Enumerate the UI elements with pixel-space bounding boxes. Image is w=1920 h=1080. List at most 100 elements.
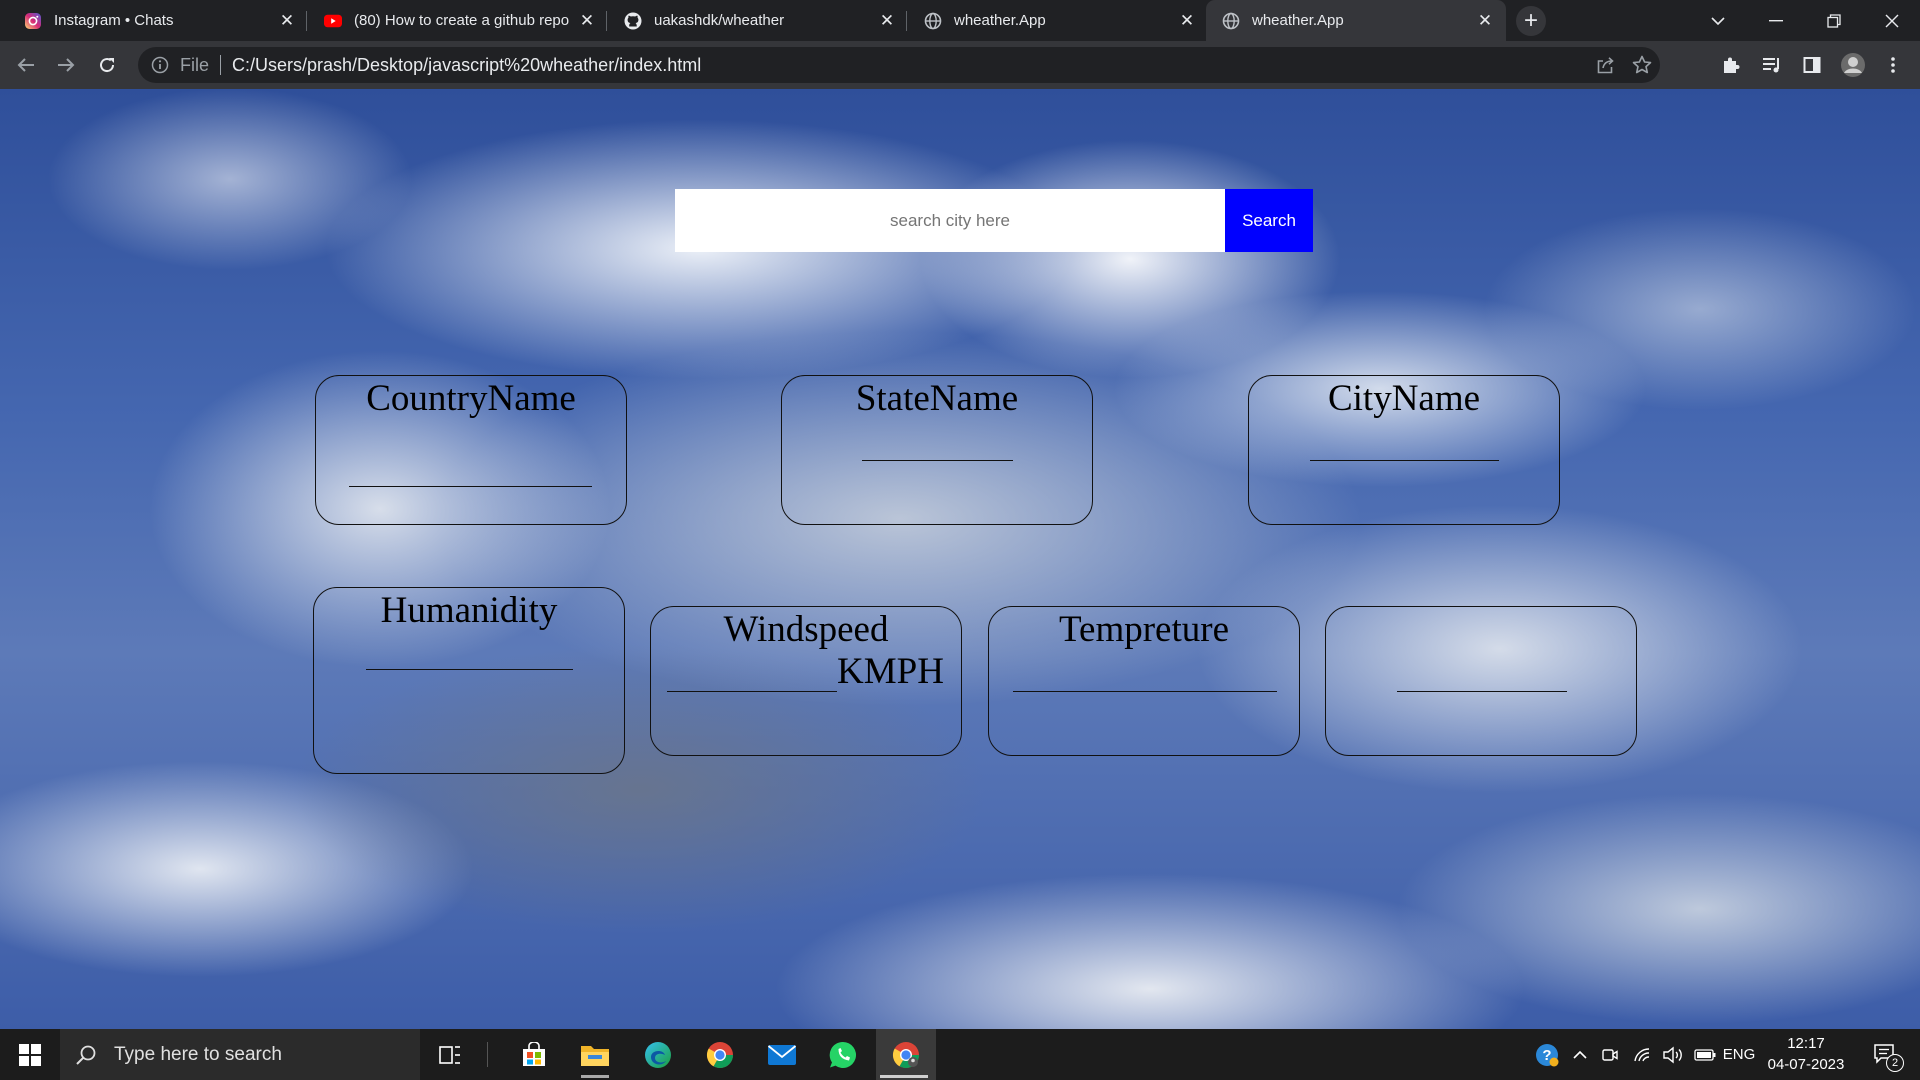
- taskbar-search-box[interactable]: Type here to search: [60, 1029, 420, 1080]
- search-form: Search: [675, 189, 1313, 252]
- volume-icon[interactable]: [1660, 1029, 1686, 1080]
- browser-menu-button[interactable]: [1875, 47, 1911, 83]
- more-vertical-icon: [1891, 57, 1895, 73]
- task-view-icon: [439, 1045, 460, 1064]
- folder-icon: [581, 1045, 609, 1066]
- minimize-icon: [1769, 19, 1783, 21]
- back-button[interactable]: [8, 47, 44, 83]
- clock-date: 04-07-2023: [1767, 1056, 1845, 1073]
- tab-title: Instagram • Chats: [54, 12, 174, 29]
- task-view-button[interactable]: [422, 1029, 478, 1080]
- page-viewport: Search CountryName StateName CityName Hu…: [0, 89, 1920, 1029]
- taskbar-app-whatsapp[interactable]: [815, 1029, 871, 1080]
- scheme-label: File: [180, 54, 210, 75]
- close-window-button[interactable]: [1864, 0, 1920, 41]
- country-title: CountryName: [366, 378, 576, 419]
- language-indicator[interactable]: ENG: [1722, 1029, 1756, 1080]
- restore-icon: [1827, 13, 1841, 28]
- arrow-left-icon: [17, 58, 34, 72]
- forward-button[interactable]: [48, 47, 84, 83]
- search-input[interactable]: [675, 189, 1225, 252]
- system-clock[interactable]: 12:17 04-07-2023: [1756, 1033, 1856, 1075]
- tab-search-button[interactable]: [1690, 0, 1746, 41]
- plus-icon: +: [1523, 7, 1538, 34]
- city-card: CityName: [1248, 375, 1560, 525]
- extra-card: [1325, 606, 1637, 756]
- reload-icon: [100, 58, 115, 73]
- bookmark-star-icon[interactable]: [1624, 47, 1660, 83]
- start-button[interactable]: [0, 1029, 60, 1080]
- humidity-value-line: [366, 669, 573, 670]
- close-icon: [1885, 14, 1899, 27]
- arrow-right-icon: [58, 58, 75, 72]
- omnibox-divider: [220, 55, 222, 75]
- share-icon[interactable]: [1588, 47, 1624, 83]
- profile-avatar[interactable]: [1835, 47, 1871, 83]
- country-card: CountryName: [315, 375, 627, 525]
- side-panel-button[interactable]: [1794, 47, 1830, 83]
- taskbar-app-edge[interactable]: [630, 1029, 686, 1080]
- close-icon[interactable]: ✕: [1178, 11, 1196, 30]
- windspeed-title: Windspeed: [723, 609, 889, 650]
- tab-github[interactable]: uakashdk/wheather ✕: [608, 0, 908, 41]
- edge-icon: [645, 1041, 671, 1068]
- help-icon[interactable]: ?: [1532, 1029, 1562, 1080]
- instagram-icon: [24, 12, 42, 30]
- humidity-title: Humanidity: [380, 590, 558, 631]
- close-icon[interactable]: ✕: [278, 11, 296, 30]
- tab-separator: [606, 11, 607, 31]
- state-title: StateName: [855, 378, 1019, 419]
- browser-toolbar: File C:/Users/prash/Desktop/javascript%2…: [0, 41, 1920, 89]
- tab-instagram[interactable]: Instagram • Chats ✕: [8, 0, 308, 41]
- close-icon[interactable]: ✕: [1476, 11, 1494, 30]
- address-bar[interactable]: File C:/Users/prash/Desktop/javascript%2…: [138, 47, 1660, 83]
- notifications-button[interactable]: 2: [1866, 1029, 1906, 1080]
- temperature-value-line: [1013, 691, 1277, 692]
- globe-icon: [1222, 12, 1240, 30]
- reload-button[interactable]: [89, 47, 125, 83]
- extensions-button[interactable]: [1713, 47, 1749, 83]
- minimize-button[interactable]: [1748, 0, 1804, 41]
- meet-now-icon[interactable]: [1598, 1029, 1622, 1080]
- search-icon: [74, 1043, 98, 1067]
- notification-count-badge: 2: [1886, 1054, 1904, 1072]
- tab-youtube[interactable]: (80) How to create a github repo ✕: [308, 0, 608, 41]
- search-button[interactable]: Search: [1225, 189, 1313, 252]
- country-value-line: [349, 486, 592, 487]
- temperature-card: Tempreture: [988, 606, 1300, 756]
- new-tab-button[interactable]: +: [1516, 6, 1546, 36]
- windspeed-card: Windspeed KMPH: [650, 606, 962, 756]
- url-text[interactable]: C:/Users/prash/Desktop/javascript%20whea…: [232, 55, 1588, 76]
- mail-icon: [767, 1044, 797, 1065]
- battery-icon[interactable]: [1692, 1029, 1718, 1080]
- close-icon[interactable]: ✕: [578, 11, 596, 30]
- taskbar-app-mail[interactable]: [754, 1029, 810, 1080]
- windspeed-unit: KMPH: [837, 651, 944, 692]
- tab-wheather-app-active[interactable]: wheather.App ✕: [1206, 0, 1506, 41]
- media-controls-button[interactable]: [1754, 47, 1790, 83]
- humidity-card: Humanidity: [313, 587, 625, 774]
- tab-separator: [306, 11, 307, 31]
- network-icon[interactable]: [1630, 1029, 1654, 1080]
- taskbar-app-chrome[interactable]: [692, 1029, 748, 1080]
- puzzle-icon: [1724, 57, 1740, 73]
- taskbar-app-file-explorer[interactable]: [567, 1029, 623, 1080]
- restore-button[interactable]: [1806, 0, 1862, 41]
- side-panel-icon: [1803, 57, 1821, 73]
- windows-logo-icon: [19, 1043, 41, 1066]
- windows-taskbar: Type here to search ? ENG 12:17 04-07-20…: [0, 1029, 1920, 1080]
- globe-icon: [924, 12, 942, 30]
- tab-title: wheather.App: [1252, 12, 1344, 29]
- chevron-down-icon: [1711, 16, 1725, 25]
- state-card: StateName: [781, 375, 1093, 525]
- tab-wheather-app[interactable]: wheather.App ✕: [908, 0, 1208, 41]
- info-icon[interactable]: [150, 55, 170, 75]
- avatar: [1841, 53, 1865, 77]
- close-icon[interactable]: ✕: [878, 11, 896, 30]
- chevron-up-icon[interactable]: [1568, 1029, 1592, 1080]
- github-icon: [624, 12, 642, 30]
- taskbar-search-placeholder: Type here to search: [114, 1043, 282, 1065]
- taskbar-divider: [487, 1042, 488, 1067]
- taskbar-app-chrome-active[interactable]: [876, 1029, 936, 1080]
- taskbar-app-store[interactable]: [506, 1029, 562, 1080]
